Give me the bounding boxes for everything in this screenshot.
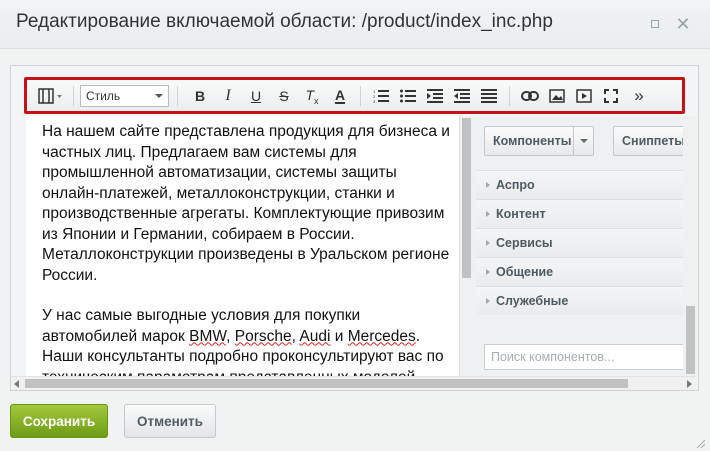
category-label: Аспро <box>496 178 535 192</box>
editor-toolbar: Стиль B I U S Tx A 1 2 3 » <box>24 77 685 114</box>
close-button[interactable]: ✕ <box>672 13 694 35</box>
save-button[interactable]: Сохранить <box>10 404 108 438</box>
category-label: Общение <box>496 265 554 279</box>
insert-link-button[interactable] <box>519 85 541 107</box>
chevron-right-icon <box>486 298 490 304</box>
category-services[interactable]: Сервисы <box>476 228 683 257</box>
fullscreen-button[interactable] <box>600 85 622 107</box>
editor-text: На нашем сайте представлена продукция дл… <box>42 122 454 376</box>
underline-button[interactable]: U <box>245 85 267 107</box>
italic-icon: I <box>225 87 231 104</box>
component-categories: Аспро Контент Сервисы Общение Служебные <box>476 170 683 315</box>
scrollbar-thumb[interactable] <box>25 379 628 388</box>
chevron-right-icon <box>486 211 490 217</box>
ordered-list-button[interactable]: 1 2 3 <box>370 85 392 107</box>
close-icon: ✕ <box>675 13 691 34</box>
more-tools-button[interactable]: » <box>628 85 650 107</box>
font-color-icon: A <box>334 87 346 104</box>
video-icon <box>576 89 592 103</box>
insert-image-button[interactable] <box>546 85 568 107</box>
maximize-icon <box>651 20 659 28</box>
panel-scrollbar[interactable] <box>683 116 697 376</box>
content-paragraph: На нашем сайте представлена продукция дл… <box>42 123 450 284</box>
components-button[interactable]: Компоненты <box>484 126 594 156</box>
category-label: Контент <box>496 207 546 221</box>
chevron-right-icon <box>486 240 490 246</box>
align-justify-icon <box>481 89 497 103</box>
view-mode-button[interactable] <box>34 85 68 107</box>
save-button-label: Сохранить <box>22 413 96 429</box>
content-text-run: и <box>330 327 348 345</box>
strikethrough-icon: S <box>279 88 289 104</box>
cancel-button[interactable]: Отменить <box>124 404 216 438</box>
outdent-button[interactable] <box>451 85 473 107</box>
indent-button[interactable] <box>424 85 446 107</box>
category-content[interactable]: Контент <box>476 199 683 228</box>
scrollbar-thumb[interactable] <box>686 306 695 374</box>
toolbar-divider <box>177 86 178 106</box>
content-scrollbar[interactable] <box>459 116 473 376</box>
brand-name: Audi <box>299 327 331 345</box>
toolbar-divider <box>73 86 74 106</box>
clear-formatting-button[interactable]: Tx <box>300 85 324 107</box>
style-select-value: Стиль <box>86 89 121 103</box>
toolbar-divider <box>509 86 510 106</box>
font-color-button[interactable]: A <box>329 85 351 107</box>
strikethrough-button[interactable]: S <box>273 85 295 107</box>
view-mode-icon <box>38 88 62 104</box>
indent-icon <box>427 89 443 103</box>
ordered-list-icon: 1 2 3 <box>373 89 389 103</box>
insert-video-button[interactable] <box>573 85 595 107</box>
cancel-button-label: Отменить <box>137 413 203 429</box>
category-aspro[interactable]: Аспро <box>476 170 683 199</box>
style-select[interactable]: Стиль <box>80 85 169 107</box>
content-paragraph: У нас самые выгодные условия для покупки… <box>42 306 454 376</box>
underline-icon: U <box>250 88 262 104</box>
brand-name: BMW <box>189 327 227 345</box>
clear-formatting-icon: Tx <box>305 86 319 106</box>
resize-grip-icon[interactable] <box>694 437 706 449</box>
scrollbar-thumb[interactable] <box>462 118 471 278</box>
chevron-right-icon <box>486 182 490 188</box>
chevron-down-icon[interactable] <box>573 127 593 155</box>
dialog-title: Редактирование включаемой области: /prod… <box>16 11 553 32</box>
editor-content-area[interactable]: На нашем сайте представлена продукция дл… <box>26 116 459 376</box>
align-button[interactable] <box>478 85 500 107</box>
dialog-titlebar: Редактирование включаемой области: /prod… <box>0 0 710 49</box>
category-communication[interactable]: Общение <box>476 257 683 286</box>
link-icon <box>521 91 539 101</box>
chevron-right-icon <box>486 269 490 275</box>
snippets-button[interactable]: Сниппеты <box>613 126 683 156</box>
components-panel: Компоненты Сниппеты Аспро Контент Сервис… <box>473 116 683 376</box>
brand-name: Porsche <box>234 327 292 345</box>
double-chevron-right-icon: » <box>634 86 644 105</box>
component-search-input[interactable]: Поиск компонентов... <box>484 344 683 370</box>
bold-icon: B <box>194 88 206 104</box>
snippets-button-label: Сниппеты <box>622 134 683 148</box>
scroll-left-icon[interactable] <box>14 380 19 388</box>
category-label: Сервисы <box>496 236 553 250</box>
bold-button[interactable]: B <box>189 85 211 107</box>
horizontal-scrollbar[interactable] <box>11 376 697 390</box>
outdent-icon <box>454 89 470 103</box>
fullscreen-icon <box>604 89 618 103</box>
toolbar-divider <box>360 86 361 106</box>
content-text-run: , <box>226 327 235 345</box>
italic-button[interactable]: I <box>217 85 239 107</box>
bullet-list-icon <box>400 89 416 103</box>
image-icon <box>549 89 565 103</box>
chevron-down-icon <box>155 94 163 98</box>
category-label: Служебные <box>496 294 569 308</box>
scroll-right-icon[interactable] <box>687 380 692 388</box>
brand-name: Mercedes <box>347 327 416 345</box>
maximize-button[interactable] <box>644 13 666 35</box>
svg-text:3: 3 <box>373 99 376 103</box>
bullet-list-button[interactable] <box>397 85 419 107</box>
components-button-label: Компоненты <box>493 134 572 148</box>
category-service[interactable]: Служебные <box>476 286 683 315</box>
